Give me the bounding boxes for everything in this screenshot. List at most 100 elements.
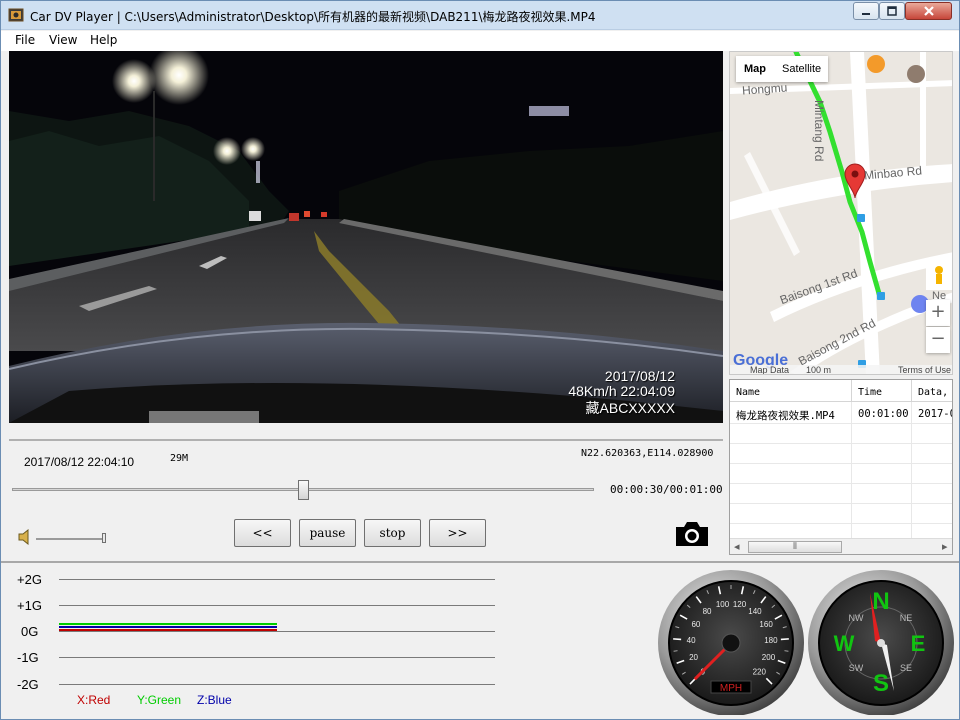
menu-file[interactable]: File (15, 33, 35, 47)
gauge-panel: 020406080100120140160180200220 MPH N S E… (656, 565, 956, 716)
speed-tick-label: 220 (753, 667, 767, 676)
minimize-button[interactable] (853, 2, 879, 20)
row-divider (730, 443, 952, 444)
zoom-out-button[interactable]: − (926, 327, 950, 353)
close-button[interactable] (905, 2, 952, 20)
series-y-line (59, 623, 277, 625)
speed-tick (673, 650, 678, 652)
tab-map[interactable]: Map (744, 63, 766, 75)
divider (9, 439, 723, 441)
tab-satellite[interactable]: Satellite (782, 63, 821, 75)
map-view[interactable]: Map Satellite Hongmu Mintang Rd Minbao R… (729, 51, 953, 375)
map-footer: Map Data 100 m Terms of Use (730, 365, 952, 375)
menu-view[interactable]: View (49, 33, 77, 47)
compass-ne: NE (900, 613, 913, 623)
speedometer: 020406080100120140160180200220 MPH (658, 570, 804, 716)
legend-y: Y:Green (137, 693, 182, 707)
gridline-plus-2g (59, 579, 495, 580)
scroll-left-arrow[interactable]: ◂ (734, 540, 740, 553)
series-x-line (59, 629, 277, 631)
speed-tick-label: 140 (748, 607, 762, 616)
file-size: 29M (170, 453, 189, 464)
map-scale-label: 100 m (806, 365, 832, 375)
app-icon (8, 8, 24, 22)
row-divider (730, 463, 952, 464)
time-position: 00:00:30/00:01:00 (610, 483, 723, 496)
map-data-label: Map Data (750, 365, 790, 375)
speed-tick-label: 100 (716, 600, 730, 609)
y-label-plus-1g: +1G (17, 598, 42, 613)
speed-tick (780, 638, 789, 641)
cell-date: 2017-0 (918, 408, 953, 420)
speed-tick-label: 180 (764, 636, 778, 645)
compass-east: E (911, 631, 926, 656)
series-z-line (59, 626, 277, 628)
volume-track[interactable] (36, 538, 104, 540)
compass-nw: NW (849, 613, 864, 623)
pause-button[interactable]: pause (299, 519, 356, 547)
gridline-plus-1g (59, 605, 495, 606)
playback-panel: 2017/08/12 22:04:10 29M N22.620363,E114.… (9, 442, 723, 560)
column-header-time[interactable]: Time (852, 380, 912, 402)
rewind-button[interactable]: << (234, 519, 291, 547)
y-label-minus-2g: -2G (17, 677, 39, 692)
speed-tick-label: 80 (703, 607, 712, 616)
forward-button[interactable]: >> (429, 519, 486, 547)
osd-date: 2017/08/12 (604, 368, 675, 384)
legend-z: Z:Blue (197, 693, 232, 707)
scroll-right-arrow[interactable]: ▸ (942, 540, 948, 553)
gridline-minus-1g (59, 657, 495, 658)
map-type-control: Map Satellite (736, 56, 828, 82)
title-bar: Car DV Player | C:\Users\Administrator\D… (1, 1, 959, 30)
speed-tick-label: 200 (762, 653, 776, 662)
speed-tick-label: 20 (689, 653, 698, 662)
y-label-0g: 0G (21, 624, 39, 639)
y-label-minus-1g: -1G (17, 650, 39, 665)
gridline-0g (59, 631, 495, 632)
column-header-date[interactable]: Data, t (912, 380, 952, 402)
scroll-thumb[interactable]: ⦀ (748, 541, 842, 553)
window-title: Car DV Player | C:\Users\Administrator\D… (30, 10, 596, 24)
speed-tick-label: 40 (687, 636, 696, 645)
gauges: 020406080100120140160180200220 MPH N S E… (658, 570, 954, 716)
row-divider (730, 523, 952, 524)
speed-tick-label: 60 (691, 620, 700, 629)
app-window: Car DV Player | C:\Users\Administrator\D… (0, 0, 960, 720)
speed-tick-label: 160 (759, 620, 773, 629)
close-icon (923, 6, 934, 16)
compass-south: S (873, 670, 889, 697)
volume-slider-thumb[interactable] (102, 533, 106, 543)
zoom-in-button[interactable]: + (926, 300, 950, 326)
video-player[interactable]: 2017/08/12 48Km/h 22:04:09 藏ABCXXXXX (9, 51, 723, 423)
menu-help[interactable]: Help (90, 33, 117, 47)
cell-time: 00:01:00 (858, 408, 909, 420)
camera-snapshot-icon[interactable] (674, 520, 710, 548)
y-label-plus-2g: +2G (17, 572, 42, 587)
progress-slider-thumb[interactable] (298, 480, 309, 500)
divider (1, 561, 959, 563)
road-label-mintang: Mintang Rd (812, 100, 826, 162)
legend-x: X:Red (77, 693, 111, 707)
cell-name: 梅龙路夜视效果.MP4 (736, 410, 835, 422)
menu-bar: File View Help (1, 31, 959, 51)
compass-se: SE (900, 663, 912, 673)
compass: N S E W NE SE SW NW (808, 570, 954, 716)
speaker-icon[interactable] (18, 529, 32, 545)
speed-tick-label: 120 (733, 600, 747, 609)
minimize-icon (862, 13, 870, 15)
map-canvas (730, 52, 952, 374)
row-divider (730, 503, 952, 504)
horizontal-scrollbar[interactable]: ◂ ⦀ ▸ (730, 538, 952, 554)
compass-sw: SW (849, 663, 864, 673)
speed-tick (673, 638, 682, 641)
compass-west: W (834, 631, 855, 656)
compass-north: N (872, 588, 889, 615)
osd-speed-time: 48Km/h 22:04:09 (568, 383, 675, 399)
speed-tick (784, 650, 789, 652)
column-header-name[interactable]: Name (730, 380, 852, 402)
map-terms-link[interactable]: Terms of Use (898, 365, 951, 374)
file-list: Name Time Data, t 梅龙路夜视效果.MP4 00:01:00 2… (729, 379, 953, 555)
gridline-minus-2g (59, 684, 495, 685)
stop-button[interactable]: stop (364, 519, 421, 547)
maximize-button[interactable] (879, 2, 905, 20)
